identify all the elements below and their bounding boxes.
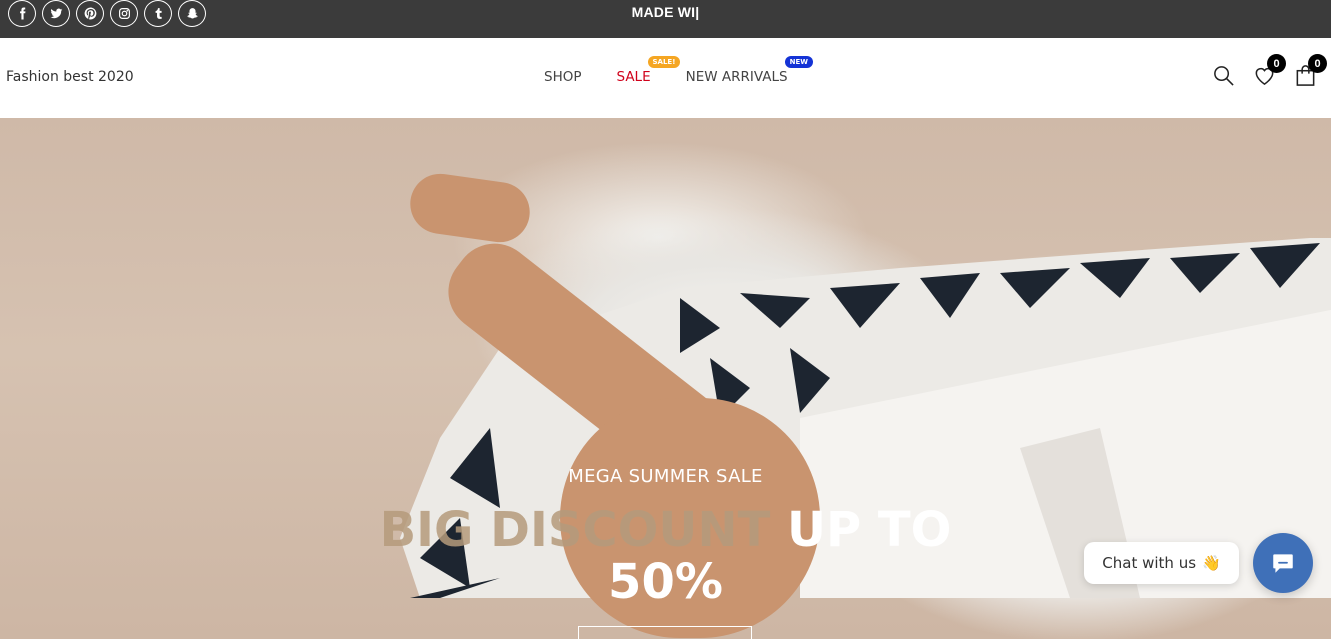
top-announcement-bar: MADE WI| [0, 0, 1331, 38]
cart-count: 0 [1308, 54, 1327, 73]
header-icons: 0 0 [1211, 54, 1327, 88]
hero-subtitle: MEGA SUMMER SALE [568, 466, 763, 487]
site-header: Fashion best 2020 SHOP SALE SALE! NEW AR… [0, 38, 1331, 118]
nav-new-arrivals[interactable]: NEW ARRIVALS NEW [685, 56, 813, 85]
sale-badge: SALE! [647, 56, 681, 68]
chat-label[interactable]: Chat with us 👋 [1084, 542, 1239, 584]
hero-title-percent: 50% [608, 554, 723, 610]
main-nav: SHOP SALE SALE! NEW ARRIVALS NEW [544, 56, 813, 85]
chat-label-text: Chat with us [1102, 554, 1197, 572]
cart-button[interactable]: 0 [1293, 54, 1327, 88]
hero-shop-button[interactable] [578, 626, 752, 639]
nav-shop[interactable]: SHOP [544, 69, 582, 85]
chat-open-button[interactable] [1253, 533, 1313, 593]
hero-title-rest: UP TO [770, 502, 952, 558]
search-button[interactable] [1211, 62, 1235, 88]
wave-emoji-icon: 👋 [1202, 554, 1221, 572]
announcement-text: MADE WI| [631, 4, 700, 20]
search-icon [1213, 65, 1234, 86]
hero-title-highlight: BIG DISCOUNT [379, 502, 771, 558]
site-logo[interactable]: Fashion best 2020 [6, 69, 134, 85]
nav-sale[interactable]: SALE SALE! [616, 56, 681, 85]
new-badge: NEW [784, 56, 813, 68]
chat-bubble-icon [1273, 554, 1293, 573]
wishlist-count: 0 [1267, 54, 1286, 73]
wishlist-button[interactable]: 0 [1252, 54, 1286, 88]
nav-new-arrivals-label: NEW ARRIVALS [685, 69, 788, 85]
nav-sale-label: SALE [616, 69, 651, 85]
